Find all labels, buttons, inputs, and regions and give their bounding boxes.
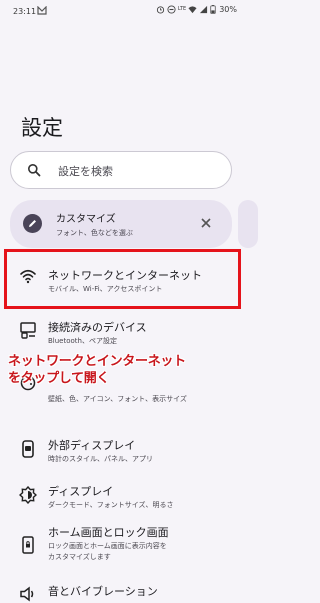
highlight-box <box>4 249 241 309</box>
settings-item-title: ディスプレイ <box>48 485 114 498</box>
settings-item-display[interactable]: ディスプレイ ダークモード、フォントサイズ、明るさ <box>0 476 245 526</box>
settings-item-title: 外部ディスプレイ <box>48 439 136 452</box>
watch-icon <box>22 440 34 458</box>
pen-icon <box>23 214 42 233</box>
page-title: 設定 <box>21 116 63 140</box>
signal-icon <box>200 5 208 14</box>
settings-item-subtitle: ロック画面とホーム画面に表示内容を <box>48 542 167 550</box>
gmail-icon <box>37 6 47 15</box>
alarm-icon <box>156 6 165 14</box>
sound-icon <box>20 586 34 602</box>
devices-icon <box>20 322 36 339</box>
wifi-icon <box>188 6 197 14</box>
settings-item-external-display[interactable]: 外部ディスプレイ 時計のスタイル、パネル、アプリ <box>0 427 245 477</box>
settings-item-subtitle: 時計のスタイル、パネル、アプリ <box>48 455 153 463</box>
settings-item-sound[interactable]: 音とバイブレーション <box>0 578 245 602</box>
settings-item-subtitle: Bluetooth、ペア設定 <box>48 337 117 345</box>
lockscreen-icon <box>22 536 34 554</box>
annotation-line-2: をタップして開く <box>8 371 110 386</box>
settings-item-title: 接続済みのデバイス <box>48 321 147 334</box>
close-icon[interactable] <box>199 216 213 230</box>
settings-item-home-lock-screen[interactable]: ホーム画面とロック画面 ロック画面とホーム画面に表示内容を カスタマイズします <box>0 521 245 577</box>
status-icons: LTE 30% <box>156 5 237 14</box>
next-suggestion-card[interactable] <box>238 200 258 248</box>
settings-item-subtitle: カスタマイズします <box>48 553 111 561</box>
settings-item-subtitle: ダークモード、フォントサイズ、明るさ <box>48 501 174 509</box>
suggestion-subtitle: フォント、色などを選ぶ <box>56 229 133 237</box>
status-bar: 23:11 LTE 30% <box>0 0 245 22</box>
status-time: 23:11 <box>13 7 37 16</box>
dnd-icon <box>167 5 176 14</box>
search-icon <box>28 164 41 177</box>
settings-item-subtitle: 壁紙、色、アイコン、フォント、表示サイズ <box>48 395 187 403</box>
search-placeholder: 設定を検索 <box>58 165 113 178</box>
settings-item-title: 音とバイブレーション <box>48 585 158 598</box>
customize-suggestion-card[interactable]: カスタマイズ フォント、色などを選ぶ <box>10 200 232 248</box>
battery-percent: 30% <box>219 5 237 14</box>
settings-item-title: ホーム画面とロック画面 <box>48 526 169 539</box>
lte-signal-icon: LTE <box>177 6 187 12</box>
battery-icon <box>210 5 216 14</box>
annotation-text: ネットワークとインターネット をタップして開く <box>8 353 240 387</box>
brightness-icon <box>19 486 37 504</box>
search-bar[interactable]: 設定を検索 <box>10 151 232 189</box>
annotation-line-1: ネットワークとインターネット <box>8 354 186 369</box>
suggestion-title: カスタマイズ <box>56 214 116 225</box>
